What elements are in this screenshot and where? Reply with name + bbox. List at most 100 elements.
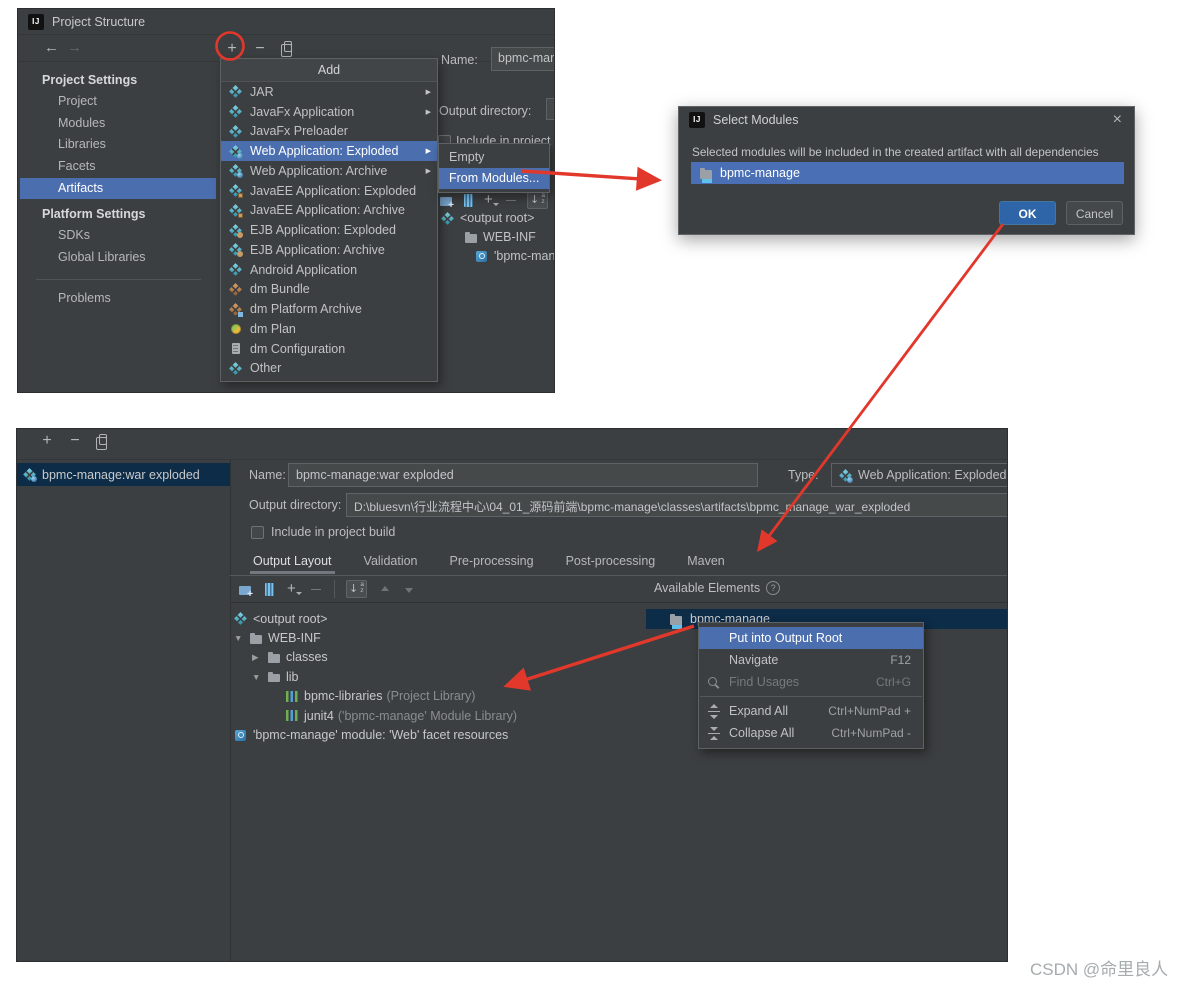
context-menu-item-put-into-output-root[interactable]: Put into Output Root bbox=[699, 627, 923, 649]
sidebar-item-sdks[interactable]: SDKs bbox=[18, 225, 219, 247]
ejb-artifact-icon bbox=[229, 224, 243, 238]
sort-icon[interactable] bbox=[527, 191, 548, 209]
tree-item-web-inf[interactable]: ▼ WEB-INF bbox=[230, 628, 646, 647]
copy-artifact-button[interactable] bbox=[281, 41, 292, 57]
move-down-icon[interactable] bbox=[402, 583, 415, 596]
tree-item-bpmc-libraries[interactable]: bpmc-libraries (Project Library) bbox=[230, 687, 646, 706]
sidebar-item-facets[interactable]: Facets bbox=[18, 156, 219, 178]
context-menu-item-navigate[interactable]: Navigate F12 bbox=[699, 649, 923, 671]
chevron-down-icon[interactable]: ▼ bbox=[234, 633, 249, 643]
context-menu-item-collapse-all[interactable]: Collapse All Ctrl+NumPad - bbox=[699, 722, 923, 744]
menu-item-javaee-application-exploded[interactable]: JavaEE Application: Exploded bbox=[221, 181, 437, 201]
menu-item-jar[interactable]: JAR ▶ bbox=[221, 82, 437, 102]
tree-item-output-root[interactable]: <output root> bbox=[230, 609, 646, 628]
tree-item-web-inf[interactable]: WEB-INF bbox=[464, 230, 536, 244]
name-field[interactable]: bpmc-manage bbox=[491, 47, 554, 71]
module-list-item[interactable]: bpmc-manage bbox=[691, 162, 1124, 184]
web-artifact-icon bbox=[229, 164, 243, 179]
artifact-icon bbox=[229, 362, 242, 375]
context-menu-item-expand-all[interactable]: Expand All Ctrl+NumPad + bbox=[699, 700, 923, 722]
folder-icon bbox=[267, 651, 280, 664]
menu-item-dm-bundle[interactable]: dm Bundle bbox=[221, 280, 437, 300]
available-elements-header: Available Elements bbox=[654, 581, 781, 595]
submenu-item-empty[interactable]: Empty bbox=[439, 147, 549, 168]
tree-item-bpmc-manage[interactable]: 'bpmc-manage bbox=[475, 249, 554, 263]
javaee-artifact-icon bbox=[229, 184, 243, 199]
submenu-arrow-icon: ▶ bbox=[425, 167, 431, 175]
tree-item-label: classes bbox=[286, 650, 328, 665]
add-artifact-button[interactable]: + bbox=[39, 432, 55, 450]
sidebar-item-modules[interactable]: Modules bbox=[18, 113, 219, 135]
chevron-down-icon[interactable]: ▼ bbox=[252, 672, 267, 682]
context-menu-item-find-usages[interactable]: Find Usages Ctrl+G bbox=[699, 671, 923, 693]
web-artifact-icon bbox=[23, 468, 37, 482]
create-archive-icon[interactable] bbox=[262, 582, 275, 596]
forward-arrow-icon[interactable]: → bbox=[67, 39, 82, 56]
menu-item-dm-configuration[interactable]: dm Configuration bbox=[221, 339, 437, 359]
dm-plan-icon bbox=[229, 322, 242, 335]
close-icon[interactable]: × bbox=[1113, 111, 1122, 129]
menu-item-javaee-application-archive[interactable]: JavaEE Application: Archive bbox=[221, 201, 437, 221]
remove-artifact-button[interactable]: − bbox=[67, 432, 83, 450]
context-menu-shortcut: F12 bbox=[890, 653, 911, 667]
tree-item-label: <output root> bbox=[253, 611, 328, 626]
move-up-icon[interactable] bbox=[378, 583, 391, 596]
tree-item-junit4[interactable]: junit4 ('bpmc-manage' Module Library) bbox=[230, 706, 646, 725]
menu-item-web-application-exploded[interactable]: Web Application: Exploded ▶ bbox=[221, 141, 437, 161]
folder-icon bbox=[249, 632, 262, 645]
context-menu-shortcut: Ctrl+G bbox=[875, 675, 911, 689]
remove-element-icon[interactable] bbox=[310, 583, 323, 596]
menu-item-ejb-application-exploded[interactable]: EJB Application: Exploded bbox=[221, 220, 437, 240]
sidebar-item-project[interactable]: Project bbox=[18, 91, 219, 113]
add-element-icon[interactable] bbox=[483, 191, 499, 208]
menu-item-dm-platform-archive[interactable]: dm Platform Archive bbox=[221, 299, 437, 319]
remove-artifact-button[interactable]: − bbox=[252, 40, 268, 58]
tab-validation[interactable]: Validation bbox=[364, 550, 418, 572]
help-icon[interactable] bbox=[766, 581, 781, 595]
create-directory-icon[interactable] bbox=[238, 583, 253, 600]
sidebar-item-problems[interactable]: Problems bbox=[18, 288, 219, 310]
create-archive-icon[interactable] bbox=[461, 193, 474, 207]
chevron-right-icon[interactable]: ▶ bbox=[252, 652, 267, 663]
artifact-list-item[interactable]: bpmc-manage:war exploded bbox=[17, 463, 230, 486]
tree-item-output-root[interactable]: <output root> bbox=[441, 211, 534, 225]
tree-item-classes[interactable]: ▶ classes bbox=[230, 648, 646, 667]
sidebar-item-global-libraries[interactable]: Global Libraries bbox=[18, 247, 219, 269]
output-layout-tree: <output root> ▼ WEB-INF ▶ classes ▼ lib bpmc-li… bbox=[230, 605, 646, 745]
layout-toolbar-fragment bbox=[439, 191, 548, 211]
menu-item-javafx-preloader[interactable]: JavaFx Preloader bbox=[221, 122, 437, 142]
add-element-icon[interactable] bbox=[286, 580, 302, 597]
output-directory-field[interactable] bbox=[546, 98, 554, 120]
tab-pre-processing[interactable]: Pre-processing bbox=[450, 550, 534, 572]
menu-item-android-application[interactable]: Android Application bbox=[221, 260, 437, 280]
include-in-build-checkbox[interactable] bbox=[251, 526, 264, 539]
tab-maven[interactable]: Maven bbox=[687, 550, 725, 572]
sidebar-item-artifacts[interactable]: Artifacts bbox=[20, 177, 216, 200]
menu-item-dm-plan[interactable]: dm Plan bbox=[221, 319, 437, 339]
menu-item-other[interactable]: Other bbox=[221, 359, 437, 379]
ok-button[interactable]: OK bbox=[999, 201, 1056, 225]
add-artifact-button[interactable]: + bbox=[224, 40, 240, 58]
tab-output-layout[interactable]: Output Layout bbox=[250, 550, 335, 574]
tree-item-suffix: ('bpmc-manage' Module Library) bbox=[337, 708, 518, 723]
tab-post-processing[interactable]: Post-processing bbox=[566, 550, 656, 572]
menu-item-web-application-archive[interactable]: Web Application: Archive ▶ bbox=[221, 161, 437, 181]
tree-item-bpmc-manage-module-web-facet-resources[interactable]: 'bpmc-manage' module: 'Web' facet resour… bbox=[230, 725, 646, 744]
name-field[interactable]: bpmc-manage:war exploded bbox=[288, 463, 758, 487]
submenu-item-from-modules[interactable]: From Modules... bbox=[439, 168, 549, 189]
cancel-button[interactable]: Cancel bbox=[1066, 201, 1123, 225]
copy-artifact-button[interactable] bbox=[96, 434, 107, 450]
output-directory-field[interactable]: D:\bluesvn\行业流程中心\04_01_源码前端\bpmc-manage… bbox=[346, 493, 1007, 517]
back-arrow-icon[interactable]: ← bbox=[44, 39, 59, 56]
output-directory-label: Output directory: bbox=[249, 498, 342, 512]
create-directory-icon[interactable] bbox=[439, 194, 454, 211]
remove-element-icon[interactable] bbox=[505, 194, 518, 207]
submenu-arrow-icon: ▶ bbox=[425, 108, 431, 116]
type-combo[interactable]: Web Application: Exploded bbox=[831, 463, 1007, 487]
menu-item-javafx-application[interactable]: JavaFx Application ▶ bbox=[221, 102, 437, 122]
tree-item-lib[interactable]: ▼ lib bbox=[230, 667, 646, 686]
context-menu-label: Collapse All bbox=[729, 726, 795, 740]
sort-icon[interactable] bbox=[346, 580, 367, 598]
sidebar-item-libraries[interactable]: Libraries bbox=[18, 134, 219, 156]
menu-item-ejb-application-archive[interactable]: EJB Application: Archive bbox=[221, 240, 437, 260]
